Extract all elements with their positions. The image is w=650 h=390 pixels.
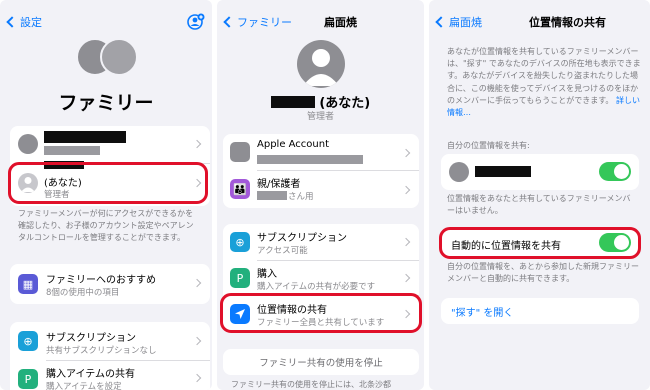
redacted-name (257, 191, 287, 200)
purchase-sub: 購入アイテムを設定 (46, 382, 122, 390)
purchase-row[interactable]: P 購入アイテムの共有 購入アイテムを設定 (10, 361, 210, 390)
highlight-frame (8, 162, 208, 204)
subscription-title: サブスクリプション (257, 233, 347, 244)
person-avatar-icon (18, 134, 38, 154)
stop-family-sharing-button[interactable]: ファミリー共有の使用を停止 (223, 349, 419, 375)
purchase-title: 購入 (257, 269, 277, 280)
redacted-name (270, 96, 315, 108)
purchase-title: 購入アイテムの共有 (46, 369, 135, 380)
redacted-detail (44, 146, 100, 155)
apple-account-title: Apple Account (257, 139, 330, 150)
member-role: 管理者 (306, 112, 334, 122)
apple-account-row[interactable]: Apple Account (223, 134, 419, 170)
highlight-frame (220, 293, 422, 333)
back-label: 設定 (20, 16, 42, 29)
recommend-title: ファミリーへのおすすめ (46, 275, 156, 286)
redacted-name (44, 131, 126, 143)
add-family-member-icon[interactable] (186, 12, 206, 32)
subscription-icon: ⊕ (230, 232, 250, 252)
chevron-left-icon (6, 16, 18, 28)
subscription-row[interactable]: ⊕ サブスクリプション アクセス可能 (223, 224, 419, 260)
intro-text: あなたが位置情報を共有しているファミリーメンバーは、"探す" であなたのデバイス… (447, 47, 641, 105)
redacted-email (257, 155, 363, 164)
nav-title: 位置情報の共有 (529, 16, 606, 29)
chevron-right-icon (192, 278, 202, 288)
nav-bar: 扁面焼 位置情報の共有 (429, 10, 650, 34)
nav-title: 扁面焼 (324, 16, 357, 29)
person-avatar-icon (297, 40, 345, 88)
page-title: ファミリー (58, 92, 154, 114)
purchase-sharing-icon: P (230, 268, 250, 288)
subscription-icon: ⊕ (18, 331, 38, 351)
parent-sub: さん用 (288, 192, 314, 202)
recommend-card[interactable]: ▦ ファミリーへのおすすめ 8個の使用中の項目 (10, 264, 210, 304)
location-sharing-panel: 扁面焼 位置情報の共有 あなたが位置情報を共有しているファミリーメンバーは、"探… (429, 0, 650, 390)
services-card: ⊕ サブスクリプション 共有サブスクリプションなし P 購入アイテムの共有 購入… (10, 322, 210, 390)
parent-title: 親/保護者 (257, 179, 301, 190)
chevron-right-icon (192, 139, 202, 149)
member-row[interactable] (10, 126, 210, 163)
open-findmy-button[interactable]: "探す" を開く (441, 298, 639, 324)
chevron-right-icon (192, 373, 202, 383)
subscription-row[interactable]: ⊕ サブスクリプション 共有サブスクリプションなし (10, 322, 210, 360)
member-share-toggle[interactable] (599, 162, 631, 181)
highlight-frame (439, 227, 641, 259)
parent-guardian-icon: 👪 (230, 179, 250, 199)
family-footer-text: ファミリーメンバーが何にアクセスができるかを確認したり、お子様のアカウント設定や… (18, 209, 194, 242)
person-avatar-icon (100, 38, 138, 76)
member-detail-panel: ファミリー 扁面焼 (あなた) 管理者 Apple Account 👪 親/保護… (217, 0, 424, 390)
stop-button-label: ファミリー共有の使用を停止 (259, 358, 383, 369)
chevron-right-icon (401, 185, 411, 195)
share-footer: 位置情報をあなたと共有しているファミリーメンバーはいません。 (447, 194, 631, 215)
person-avatar-icon (449, 162, 469, 182)
purchase-sharing-icon: P (18, 369, 38, 389)
nav-bar: 設定 (0, 10, 212, 34)
account-card: Apple Account 👪 親/保護者 さん用 (223, 134, 419, 208)
nav-bar: ファミリー 扁面焼 (217, 10, 424, 34)
redacted-name (475, 166, 531, 177)
parent-guardian-row[interactable]: 👪 親/保護者 さん用 (223, 171, 419, 207)
subscription-sub: アクセス可能 (257, 246, 308, 256)
chevron-right-icon (192, 336, 202, 346)
family-recommend-icon: ▦ (18, 274, 38, 294)
chevron-right-icon (401, 148, 411, 158)
family-panel: 設定 ファミリー (あなた) 管理者 ファミリーメンバーが何にアクセスができるか… (0, 0, 212, 390)
subscription-sub: 共有サブスクリプションなし (46, 346, 157, 356)
findmy-label: "探す" を開く (451, 308, 514, 319)
share-section-header: 自分の位置情報を共有: (447, 141, 530, 150)
chevron-right-icon (401, 237, 411, 247)
bottom-note: ファミリー共有の使用を停止には、北条沙都 (231, 380, 391, 389)
purchase-row[interactable]: P 購入 購入アイテムの共有が必要です (223, 261, 419, 295)
auto-share-footer: 自分の位置情報を、あとから参加した新規ファミリーメンバーと自動的に共有できます。 (447, 262, 639, 283)
subscription-title: サブスクリプション (46, 333, 136, 344)
location-intro: あなたが位置情報を共有しているファミリーメンバーは、"探す" であなたのデバイス… (447, 46, 643, 119)
family-avatar-group (76, 38, 138, 78)
recommend-sub: 8個の使用中の項目 (46, 288, 120, 298)
back-button[interactable]: 設定 (6, 14, 42, 30)
chevron-right-icon (401, 273, 411, 283)
apple-logo-icon (230, 142, 250, 162)
purchase-sub: 購入アイテムの共有が必要です (257, 282, 376, 292)
share-card (441, 154, 639, 190)
